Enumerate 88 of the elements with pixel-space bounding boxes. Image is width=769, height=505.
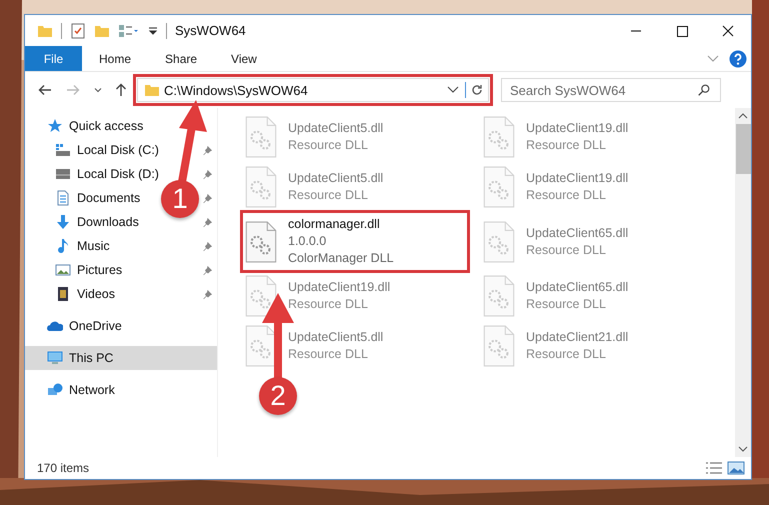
nav-item[interactable]: OneDrive xyxy=(25,314,217,338)
pin-icon[interactable] xyxy=(202,168,213,180)
file-type: Resource DLL xyxy=(288,346,369,363)
scroll-thumb[interactable] xyxy=(736,124,750,174)
search-icon xyxy=(697,83,711,97)
file-type: Resource DLL xyxy=(526,137,607,154)
nav-item[interactable]: Downloads xyxy=(25,210,145,234)
gear-file-icon xyxy=(482,116,516,158)
file-tile[interactable]: UpdateClient65.dll Resource DLL xyxy=(480,271,706,321)
gear-file-icon xyxy=(482,166,516,208)
pin-icon[interactable] xyxy=(202,192,213,204)
folder-path: C:\Windows\SysWOW64 xyxy=(164,82,309,98)
gear-file-icon xyxy=(482,220,516,262)
file-tile[interactable]: UpdateClient5.dll Resource DLL xyxy=(242,112,468,162)
search-field[interactable]: Search SysWOW64 xyxy=(501,78,721,102)
folder-icon xyxy=(144,82,160,98)
file-tile[interactable]: colormanager.dll 1.0.0.0 ColorManager DLL xyxy=(242,212,468,271)
file-type: Resource DLL xyxy=(288,137,369,154)
scrollbar[interactable] xyxy=(735,108,751,457)
nav-item[interactable]: Network xyxy=(25,378,217,402)
pictures-icon xyxy=(55,262,71,278)
systemdrive-icon xyxy=(55,142,71,158)
file-name: UpdateClient65.dll xyxy=(526,279,628,296)
file-tile[interactable]: UpdateClient19.dll Resource DLL xyxy=(480,112,706,162)
ribbon-tab[interactable]: Home xyxy=(82,46,148,71)
pin-icon[interactable] xyxy=(202,264,213,276)
scroll-down-icon[interactable] xyxy=(738,445,748,453)
file-name: colormanager.dll xyxy=(288,216,381,233)
computer-icon xyxy=(47,350,63,366)
nav-item[interactable]: Pictures xyxy=(25,258,128,282)
file-type: Resource DLL xyxy=(526,187,607,204)
expand-ribbon-icon[interactable] xyxy=(707,54,719,62)
file-tile[interactable]: UpdateClient5.dll Resource DLL xyxy=(242,321,468,371)
item-count: 170 items xyxy=(37,461,90,475)
gear-file-icon xyxy=(482,275,516,317)
file-type: Resource DLL xyxy=(288,296,369,313)
document-icon xyxy=(55,190,71,206)
file-name: UpdateClient19.dll xyxy=(288,279,390,296)
drive-icon xyxy=(55,166,71,182)
file-version: 1.0.0.0 xyxy=(288,233,328,250)
network-icon xyxy=(47,382,63,398)
scroll-up-icon[interactable] xyxy=(738,112,748,120)
nav-item[interactable]: Documents xyxy=(25,186,146,210)
pin-icon[interactable] xyxy=(202,144,213,156)
nav-item[interactable]: Videos xyxy=(25,282,121,306)
file-tile[interactable]: UpdateClient5.dll Resource DLL xyxy=(242,162,468,212)
pin-icon[interactable] xyxy=(202,216,213,228)
dropdown-icon[interactable] xyxy=(447,86,459,94)
pin-icon[interactable] xyxy=(202,240,213,252)
ribbon-tab[interactable]: View xyxy=(214,46,274,71)
gear-file-icon xyxy=(244,275,278,317)
nav-item[interactable]: Local Disk (C:) xyxy=(25,138,165,162)
window-title: SysWOW64 xyxy=(175,23,246,38)
file-tile[interactable]: UpdateClient19.dll Resource DLL xyxy=(480,162,706,212)
file-name: UpdateClient21.dll xyxy=(526,329,628,346)
file-name: UpdateClient65.dll xyxy=(526,224,628,242)
gear-file-icon xyxy=(244,220,278,262)
gear-file-icon xyxy=(482,325,516,367)
help-icon[interactable] xyxy=(729,50,747,68)
file-tile[interactable]: UpdateClient19.dll Resource DLL xyxy=(242,271,468,321)
file-name: UpdateClient5.dll xyxy=(288,120,384,137)
file-type: Resource DLL xyxy=(288,187,369,204)
gear-file-icon xyxy=(244,116,278,158)
file-name: UpdateClient5.dll xyxy=(288,329,384,346)
nav-item[interactable]: Music xyxy=(25,234,116,258)
download-icon xyxy=(55,214,71,230)
checklist-icon[interactable] xyxy=(70,22,86,38)
file-menu-tab[interactable]: File xyxy=(25,46,82,71)
nav-item[interactable]: Quick access xyxy=(25,114,217,138)
file-tile[interactable]: UpdateClient65.dll Resource DLL xyxy=(480,212,706,271)
dropdown-icon[interactable] xyxy=(148,26,158,36)
file-type: Resource DLL xyxy=(526,346,607,363)
file-tile[interactable]: UpdateClient21.dll Resource DLL xyxy=(480,321,706,371)
gear-file-icon xyxy=(244,166,278,208)
nav-item[interactable]: This PC xyxy=(25,346,217,370)
tiles-view-icon[interactable] xyxy=(727,461,745,475)
details-view-icon[interactable] xyxy=(705,461,723,475)
file-name: UpdateClient19.dll xyxy=(526,120,628,137)
file-type: Resource DLL xyxy=(526,242,607,258)
pin-icon[interactable] xyxy=(202,288,213,300)
file-type: ColorManager DLL xyxy=(288,250,394,267)
file-type: Resource DLL xyxy=(526,296,607,313)
file-name: UpdateClient19.dll xyxy=(526,170,628,187)
star-icon xyxy=(47,118,63,134)
videos-icon xyxy=(55,286,71,302)
file-name: UpdateClient5.dll xyxy=(288,170,384,187)
ribbon-tab[interactable]: Share xyxy=(148,46,214,71)
music-icon xyxy=(55,238,71,254)
